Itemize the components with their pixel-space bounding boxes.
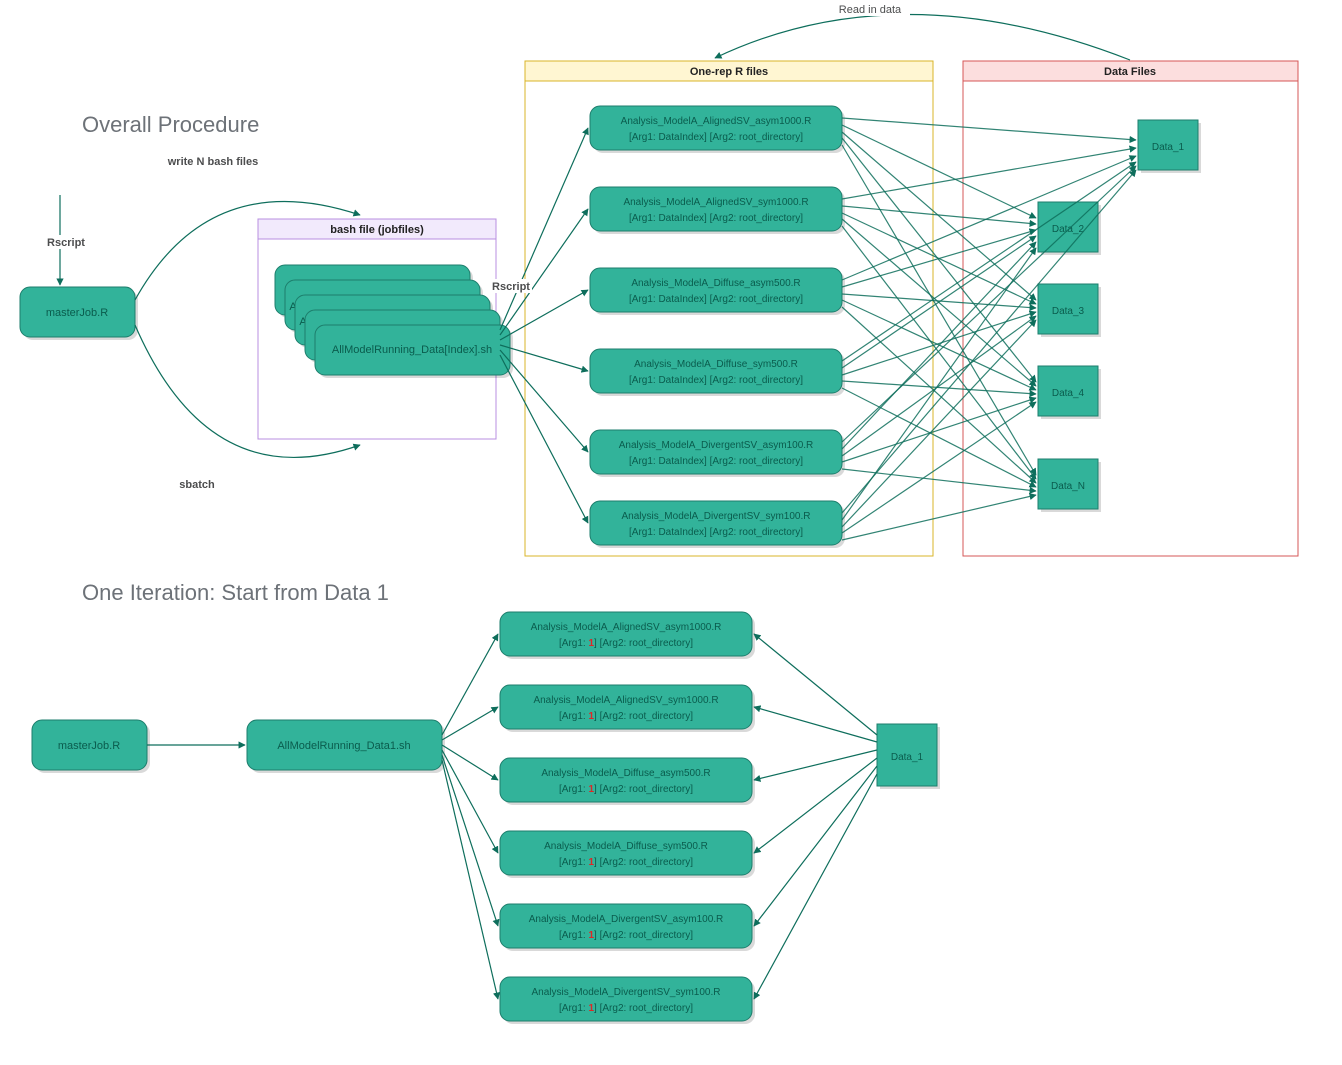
node-master-top: masterJob.R: [20, 287, 138, 340]
svg-text:[Arg1: 1] [Arg2: root_director: [Arg1: 1] [Arg2: root_directory]: [559, 711, 693, 722]
svg-text:[Arg1: DataIndex] [Arg2: root_: [Arg1: DataIndex] [Arg2: root_directory]: [629, 527, 803, 538]
svg-text:Analysis_ModelA_DivergentSV_as: Analysis_ModelA_DivergentSV_asym100.R: [529, 914, 724, 925]
svg-text:[Arg1: DataIndex] [Arg2: root_: [Arg1: DataIndex] [Arg2: root_directory]: [629, 375, 803, 386]
rfile-top-3: Analysis_ModelA_Diffuse_sym500.R [Arg1: …: [590, 349, 845, 396]
svg-text:Analysis_ModelA_AlignedSV_sym1: Analysis_ModelA_AlignedSV_sym1000.R: [533, 695, 718, 706]
rfile-bot-5: Analysis_ModelA_DivergentSV_sym100.R [Ar…: [500, 977, 755, 1024]
diagram-canvas: Overall Procedure One Iteration: Start f…: [0, 0, 1342, 1065]
node-master-bottom: masterJob.R: [32, 720, 150, 773]
svg-text:Data_3: Data_3: [1052, 306, 1085, 317]
svg-text:AllModelRunning_Data[Index].sh: AllModelRunning_Data[Index].sh: [332, 344, 492, 356]
rfile-top-4: Analysis_ModelA_DivergentSV_asym100.R [A…: [590, 430, 845, 477]
svg-text:Analysis_ModelA_DivergentSV_sy: Analysis_ModelA_DivergentSV_sym100.R: [532, 987, 721, 998]
node-bash-bottom: AllModelRunning_Data1.sh: [247, 720, 445, 773]
svg-text:[Arg1: 1] [Arg2: root_director: [Arg1: 1] [Arg2: root_directory]: [559, 930, 693, 941]
svg-text:Analysis_ModelA_Diffuse_asym50: Analysis_ModelA_Diffuse_asym500.R: [541, 768, 710, 779]
rfile-bot-2: Analysis_ModelA_Diffuse_asym500.R [Arg1:…: [500, 758, 755, 805]
edge-label-sbatch: sbatch: [179, 479, 215, 491]
svg-text:masterJob.R: masterJob.R: [46, 307, 108, 319]
edge-readin: [715, 14, 1130, 60]
svg-text:Analysis_ModelA_AlignedSV_asym: Analysis_ModelA_AlignedSV_asym1000.R: [621, 116, 812, 127]
rfile-top-1: Analysis_ModelA_AlignedSV_sym1000.R [Arg…: [590, 187, 845, 234]
container-bash-title: bash file (jobfiles): [330, 224, 424, 236]
data-bottom: Data_1: [877, 724, 940, 789]
svg-text:[Arg1: 1] [Arg2: root_director: [Arg1: 1] [Arg2: root_directory]: [559, 784, 693, 795]
svg-text:Analysis_ModelA_Diffuse_asym50: Analysis_ModelA_Diffuse_asym500.R: [631, 278, 800, 289]
rfile-top-2: Analysis_ModelA_Diffuse_asym500.R [Arg1:…: [590, 268, 845, 315]
edges-bot-data-to-rfiles: [754, 634, 877, 999]
svg-text:Analysis_ModelA_DivergentSV_as: Analysis_ModelA_DivergentSV_asym100.R: [619, 440, 814, 451]
svg-text:Data_1: Data_1: [1152, 142, 1185, 153]
svg-text:Analysis_ModelA_Diffuse_sym500: Analysis_ModelA_Diffuse_sym500.R: [544, 841, 708, 852]
edge-label-rscript2: Rscript: [492, 281, 530, 293]
svg-text:[Arg1: 1] [Arg2: root_director: [Arg1: 1] [Arg2: root_directory]: [559, 638, 693, 649]
rfile-bot-0: Analysis_ModelA_AlignedSV_asym1000.R [Ar…: [500, 612, 755, 659]
rfile-bot-3: Analysis_ModelA_Diffuse_sym500.R [Arg1: …: [500, 831, 755, 878]
edge-label-readin: Read in data: [839, 4, 902, 16]
container-onerep-title: One-rep R files: [690, 66, 768, 78]
edge-label-rscript: Rscript: [47, 237, 85, 249]
svg-text:[Arg1: DataIndex] [Arg2: root_: [Arg1: DataIndex] [Arg2: root_directory]: [629, 294, 803, 305]
svg-text:masterJob.R: masterJob.R: [58, 740, 120, 752]
data-top-4: Data_N: [1038, 459, 1101, 512]
rfile-top-0: Analysis_ModelA_AlignedSV_asym1000.R [Ar…: [590, 106, 845, 153]
svg-text:Data_4: Data_4: [1052, 388, 1085, 399]
svg-text:Data_N: Data_N: [1051, 481, 1085, 492]
svg-text:[Arg1: 1] [Arg2: root_director: [Arg1: 1] [Arg2: root_directory]: [559, 857, 693, 868]
svg-text:[Arg1: DataIndex] [Arg2: root_: [Arg1: DataIndex] [Arg2: root_directory]: [629, 213, 803, 224]
title-overall: Overall Procedure: [82, 112, 259, 137]
container-datafiles: Data Files: [963, 61, 1298, 556]
edges-bot-bash-to-rfiles: [442, 634, 498, 999]
rfile-bot-4: Analysis_ModelA_DivergentSV_asym100.R [A…: [500, 904, 755, 951]
svg-text:Analysis_ModelA_AlignedSV_asym: Analysis_ModelA_AlignedSV_asym1000.R: [531, 622, 722, 633]
svg-text:Analysis_ModelA_AlignedSV_sym1: Analysis_ModelA_AlignedSV_sym1000.R: [623, 197, 808, 208]
svg-text:Analysis_ModelA_DivergentSV_sy: Analysis_ModelA_DivergentSV_sym100.R: [622, 511, 811, 522]
data-top-0: Data_1: [1138, 120, 1201, 173]
title-iteration: One Iteration: Start from Data 1: [82, 580, 389, 605]
edges-bash-to-rfiles: [500, 128, 588, 523]
data-top-3: Data_4: [1038, 366, 1101, 419]
data-top-2: Data_3: [1038, 284, 1101, 337]
rfile-bot-1: Analysis_ModelA_AlignedSV_sym1000.R [Arg…: [500, 685, 755, 732]
svg-text:[Arg1: DataIndex] [Arg2: root_: [Arg1: DataIndex] [Arg2: root_directory]: [629, 456, 803, 467]
svg-text:[Arg1: 1] [Arg2: root_director: [Arg1: 1] [Arg2: root_directory]: [559, 1003, 693, 1014]
svg-text:[Arg1: DataIndex] [Arg2: root_: [Arg1: DataIndex] [Arg2: root_directory]: [629, 132, 803, 143]
node-bashstack-top: A A AllModelRunning_Data[Index].sh: [275, 265, 513, 378]
svg-text:AllModelRunning_Data1.sh: AllModelRunning_Data1.sh: [277, 740, 410, 752]
svg-text:Analysis_ModelA_Diffuse_sym500: Analysis_ModelA_Diffuse_sym500.R: [634, 359, 798, 370]
edge-label-writeN: write N bash files: [167, 156, 258, 168]
rfile-top-5: Analysis_ModelA_DivergentSV_sym100.R [Ar…: [590, 501, 845, 548]
container-datafiles-title: Data Files: [1104, 66, 1156, 78]
svg-text:Data_1: Data_1: [891, 752, 924, 763]
